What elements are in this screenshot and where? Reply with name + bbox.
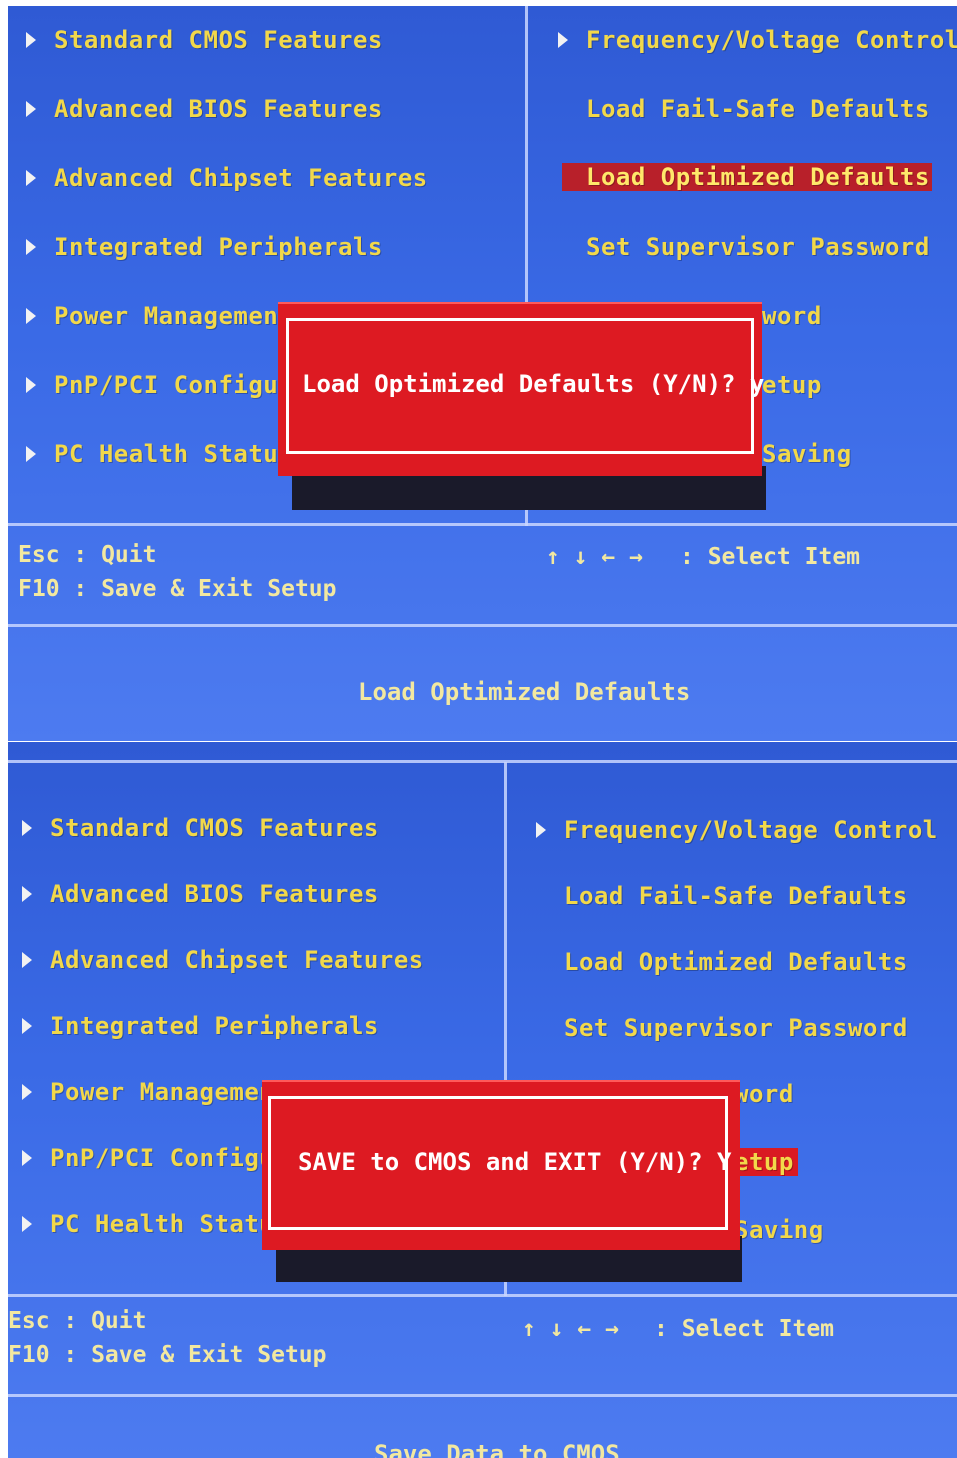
help-f10-save: F10 : Save & Exit Setup — [8, 1342, 327, 1368]
menu-item-pnp-pci[interactable]: PnP/PCI Configura — [26, 371, 308, 399]
submenu-arrow-icon — [22, 886, 32, 902]
help-divider — [8, 624, 957, 627]
submenu-arrow-icon — [26, 32, 36, 48]
menu-item-standard-cmos[interactable]: Standard CMOS Features — [26, 26, 383, 54]
menu-item-integrated-peripherals[interactable]: Integrated Peripherals — [22, 1012, 379, 1040]
menu-item-save-exit-selected[interactable]: etup — [734, 1148, 798, 1176]
menu-item-load-optimized[interactable]: Load Optimized Defaults — [564, 948, 908, 976]
submenu-arrow-icon — [26, 239, 36, 255]
help-esc-quit: Esc : Quit — [18, 542, 157, 568]
submenu-arrow-icon — [536, 822, 546, 838]
menu-item-pc-health[interactable]: PC Health Status — [22, 1210, 289, 1238]
top-divider — [8, 760, 957, 763]
menu-item-load-optimized-selected[interactable]: Load Optimized Defaults — [562, 163, 932, 191]
submenu-arrow-icon — [558, 32, 568, 48]
help-f10-save: F10 : Save & Exit Setup — [18, 576, 337, 602]
bios-screen-save-exit: Standard CMOS Features Advanced BIOS Fea… — [8, 742, 957, 1458]
menu-item-advanced-chipset[interactable]: Advanced Chipset Features — [22, 946, 424, 974]
menu-divider — [8, 523, 957, 526]
submenu-arrow-icon — [26, 308, 36, 324]
menu-item-exit-without-saving-partial[interactable]: Saving — [762, 440, 852, 468]
menu-item-standard-cmos[interactable]: Standard CMOS Features — [22, 814, 379, 842]
menu-item-frequency-voltage[interactable]: Frequency/Voltage Control — [536, 816, 938, 844]
submenu-arrow-icon — [22, 1150, 32, 1166]
menu-item-integrated-peripherals[interactable]: Integrated Peripherals — [26, 233, 383, 261]
submenu-arrow-icon — [26, 446, 36, 462]
status-line: Save Data to CMOS — [374, 1440, 620, 1458]
confirm-dialog[interactable]: Load Optimized Defaults (Y/N)? y — [278, 302, 765, 476]
submenu-arrow-icon — [26, 101, 36, 117]
menu-item-advanced-bios[interactable]: Advanced BIOS Features — [26, 95, 383, 123]
status-line: Load Optimized Defaults — [358, 678, 691, 706]
menu-item-pc-health[interactable]: PC Health Status — [26, 440, 293, 468]
menu-item-advanced-bios[interactable]: Advanced BIOS Features — [22, 880, 379, 908]
confirm-dialog[interactable]: SAVE to CMOS and EXIT (Y/N)? Y — [262, 1080, 740, 1250]
submenu-arrow-icon — [26, 170, 36, 186]
submenu-arrow-icon — [22, 1216, 32, 1232]
menu-item-power-management[interactable]: Power Management — [26, 302, 293, 330]
menu-item-frequency-voltage[interactable]: Frequency/Voltage Control — [558, 26, 957, 54]
menu-item-load-failsafe[interactable]: Load Fail-Safe Defaults — [564, 882, 908, 910]
menu-item-save-exit-partial[interactable]: etup — [762, 371, 822, 399]
submenu-arrow-icon — [26, 377, 36, 393]
menu-item-set-user-password-partial[interactable]: word — [734, 1080, 794, 1108]
arrow-keys-icon: ↑ ↓ ← → — [546, 544, 643, 570]
dialog-message: SAVE to CMOS and EXIT (Y/N)? Y — [298, 1148, 732, 1176]
menu-item-advanced-chipset[interactable]: Advanced Chipset Features — [26, 164, 428, 192]
menu-divider — [8, 1294, 957, 1297]
bios-screen-load-defaults: Standard CMOS Features Advanced BIOS Fea… — [8, 6, 957, 741]
submenu-arrow-icon — [22, 1084, 32, 1100]
help-esc-quit: Esc : Quit — [8, 1308, 147, 1334]
help-select-item: : Select Item — [654, 1316, 835, 1342]
submenu-arrow-icon — [22, 820, 32, 836]
menu-item-set-user-password-partial[interactable]: word — [762, 302, 822, 330]
arrow-keys-icon: ↑ ↓ ← → — [522, 1316, 619, 1342]
help-select-item: : Select Item — [680, 544, 861, 570]
submenu-arrow-icon — [22, 1018, 32, 1034]
menu-item-set-supervisor-password[interactable]: Set Supervisor Password — [564, 1014, 908, 1042]
help-divider — [8, 1394, 957, 1397]
menu-item-exit-without-saving-partial[interactable]: Saving — [734, 1216, 824, 1244]
dialog-message: Load Optimized Defaults (Y/N)? y — [302, 370, 765, 398]
menu-item-load-failsafe[interactable]: Load Fail-Safe Defaults — [586, 95, 930, 123]
menu-item-power-management[interactable]: Power Management — [22, 1078, 289, 1106]
menu-item-set-supervisor-password[interactable]: Set Supervisor Password — [586, 233, 930, 261]
submenu-arrow-icon — [22, 952, 32, 968]
